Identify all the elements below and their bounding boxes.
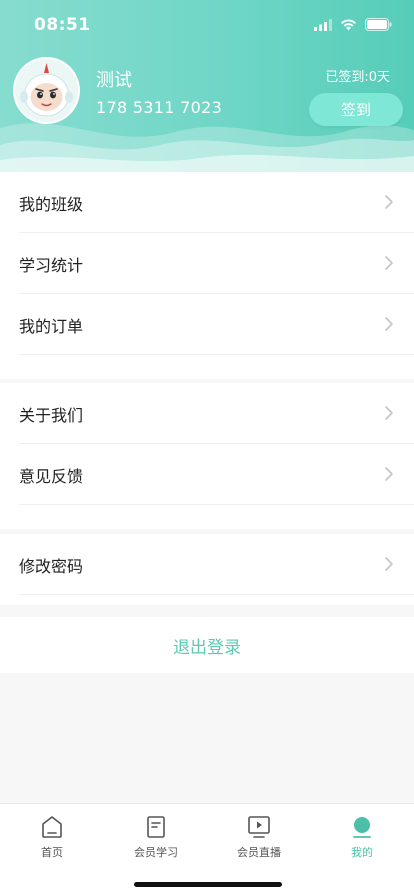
- logout-button[interactable]: 退出登录: [0, 617, 414, 673]
- menu-item-change-password[interactable]: 修改密码: [0, 534, 414, 595]
- home-indicator: [134, 882, 282, 887]
- chevron-right-icon: [385, 317, 393, 331]
- book-icon: [147, 816, 165, 838]
- signin-button[interactable]: 签到: [309, 93, 403, 126]
- tab-label: 会员直播: [237, 846, 281, 859]
- username: 测试: [96, 70, 132, 91]
- chevron-right-icon: [385, 256, 393, 270]
- menu-group-account: 修改密码: [0, 534, 414, 605]
- menu-item-label: 意见反馈: [19, 466, 84, 486]
- menu-item-label: 我的班级: [19, 194, 84, 214]
- signed-days-label: 已签到:0天: [325, 70, 390, 85]
- menu-group-class: 我的班级 学习统计 我的订单: [0, 172, 414, 379]
- home-icon: [42, 816, 62, 838]
- live-play-icon: [248, 816, 270, 838]
- tab-home[interactable]: 首页: [0, 814, 104, 864]
- menu-item-about-us[interactable]: 关于我们: [0, 383, 414, 444]
- tab-member-study[interactable]: 会员学习: [104, 814, 208, 864]
- menu-item-feedback[interactable]: 意见反馈: [0, 444, 414, 505]
- chevron-right-icon: [385, 195, 393, 209]
- wifi-icon: [341, 18, 356, 30]
- phone-number: 178 5311 7023: [96, 98, 223, 117]
- cellular-signal-icon: [314, 18, 332, 31]
- tab-member-live[interactable]: 会员直播: [207, 814, 311, 864]
- menu-item-my-orders[interactable]: 我的订单: [0, 294, 414, 355]
- menu-item-label: 我的订单: [19, 316, 84, 336]
- profile-header: 08:51 测试 178 5311 7023 已签到:0天 签到: [0, 0, 414, 172]
- status-time: 08:51: [34, 15, 91, 35]
- menu-group-about: 关于我们 意见反馈: [0, 383, 414, 529]
- chevron-right-icon: [385, 557, 393, 571]
- menu-item-label: 修改密码: [19, 556, 84, 576]
- menu-item-my-class[interactable]: 我的班级: [0, 172, 414, 233]
- battery-icon: [365, 18, 392, 31]
- menu-item-label: 学习统计: [19, 255, 84, 275]
- tab-mine[interactable]: 我的: [310, 814, 414, 864]
- tab-label: 会员学习: [134, 846, 178, 859]
- menu-item-study-stats[interactable]: 学习统计: [0, 233, 414, 294]
- chevron-right-icon: [385, 467, 393, 481]
- menu-item-label: 关于我们: [19, 405, 84, 425]
- avatar[interactable]: [13, 57, 80, 124]
- profile-icon: [353, 817, 371, 838]
- chevron-right-icon: [385, 406, 393, 420]
- status-bar: 08:51: [0, 0, 414, 50]
- tab-label: 首页: [41, 846, 63, 859]
- robot-mascot-avatar: [15, 59, 78, 122]
- tab-label: 我的: [351, 846, 373, 859]
